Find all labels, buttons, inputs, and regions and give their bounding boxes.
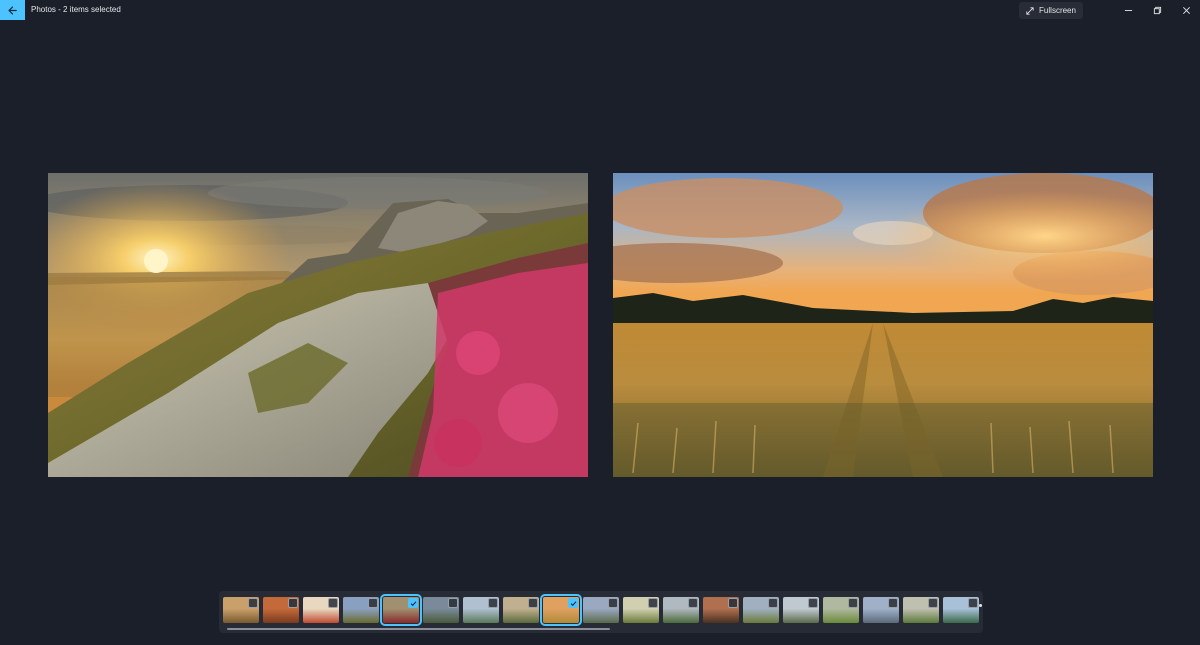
- selection-checkbox[interactable]: [928, 598, 938, 608]
- selection-checkbox[interactable]: [528, 598, 538, 608]
- selection-checkbox[interactable]: [488, 598, 498, 608]
- filmstrip-thumbnail[interactable]: [423, 597, 459, 623]
- selection-checkbox[interactable]: [568, 598, 578, 608]
- selection-checkbox[interactable]: [608, 598, 618, 608]
- filmstrip-thumbnail[interactable]: [583, 597, 619, 623]
- filmstrip-thumbnail[interactable]: [623, 597, 659, 623]
- filmstrip-thumbnail[interactable]: [263, 597, 299, 623]
- selection-checkbox[interactable]: [648, 598, 658, 608]
- filmstrip-thumbnail[interactable]: [903, 597, 939, 623]
- selection-checkbox[interactable]: [328, 598, 338, 608]
- filmstrip-thumbnail[interactable]: [540, 594, 582, 626]
- filmstrip-thumbnail[interactable]: [943, 597, 979, 623]
- close-icon: [1182, 6, 1190, 14]
- selection-checkbox[interactable]: [408, 598, 418, 608]
- filmstrip-thumbnail[interactable]: [303, 597, 339, 623]
- filmstrip-thumbnail[interactable]: [783, 597, 819, 623]
- minimize-icon: [1124, 9, 1132, 11]
- selection-checkbox[interactable]: [288, 598, 298, 608]
- filmstrip-thumbnail[interactable]: [503, 597, 539, 623]
- selection-checkbox[interactable]: [848, 598, 858, 608]
- photo-moorland-sunset[interactable]: [48, 173, 588, 477]
- selection-checkbox[interactable]: [888, 598, 898, 608]
- photos-app: Photos - 2 items selected Fullscreen: [0, 0, 1200, 645]
- filmstrip-thumbnail[interactable]: [380, 594, 422, 626]
- filmstrip-thumbnail[interactable]: [863, 597, 899, 623]
- more-items-indicator: [979, 604, 982, 607]
- filmstrip-thumbnail[interactable]: [223, 597, 259, 623]
- selection-checkbox[interactable]: [448, 598, 458, 608]
- scrollbar-thumb[interactable]: [227, 628, 610, 630]
- selection-checkbox[interactable]: [808, 598, 818, 608]
- filmstrip-thumbnail[interactable]: [463, 597, 499, 623]
- filmstrip-thumbnail[interactable]: [663, 597, 699, 623]
- wheat-field-image: [613, 173, 1153, 477]
- selection-checkbox[interactable]: [968, 598, 978, 608]
- restore-icon: [1153, 6, 1161, 14]
- title-bar: Photos - 2 items selected Fullscreen: [0, 0, 1200, 21]
- expand-icon: [1026, 6, 1034, 15]
- fullscreen-label: Fullscreen: [1039, 6, 1076, 15]
- fullscreen-button[interactable]: Fullscreen: [1019, 2, 1083, 19]
- filmstrip[interactable]: [219, 591, 983, 633]
- selection-checkbox[interactable]: [248, 598, 258, 608]
- selection-checkbox[interactable]: [368, 598, 378, 608]
- checkmark-icon: [570, 600, 576, 606]
- selection-checkbox[interactable]: [768, 598, 778, 608]
- filmstrip-thumbnail[interactable]: [743, 597, 779, 623]
- photo-wheat-field[interactable]: [613, 173, 1153, 477]
- filmstrip-thumbnail[interactable]: [343, 597, 379, 623]
- window-title: Photos - 2 items selected: [31, 5, 121, 14]
- moorland-image: [48, 173, 588, 477]
- back-button[interactable]: [0, 0, 25, 20]
- filmstrip-scrollbar[interactable]: [227, 628, 977, 630]
- arrow-left-icon: [8, 5, 17, 15]
- close-button[interactable]: [1177, 2, 1195, 18]
- checkmark-icon: [410, 600, 416, 606]
- minimize-button[interactable]: [1119, 2, 1137, 18]
- filmstrip-thumbnail[interactable]: [823, 597, 859, 623]
- restore-button[interactable]: [1148, 2, 1166, 18]
- selection-checkbox[interactable]: [688, 598, 698, 608]
- filmstrip-thumbnail[interactable]: [703, 597, 739, 623]
- selection-checkbox[interactable]: [728, 598, 738, 608]
